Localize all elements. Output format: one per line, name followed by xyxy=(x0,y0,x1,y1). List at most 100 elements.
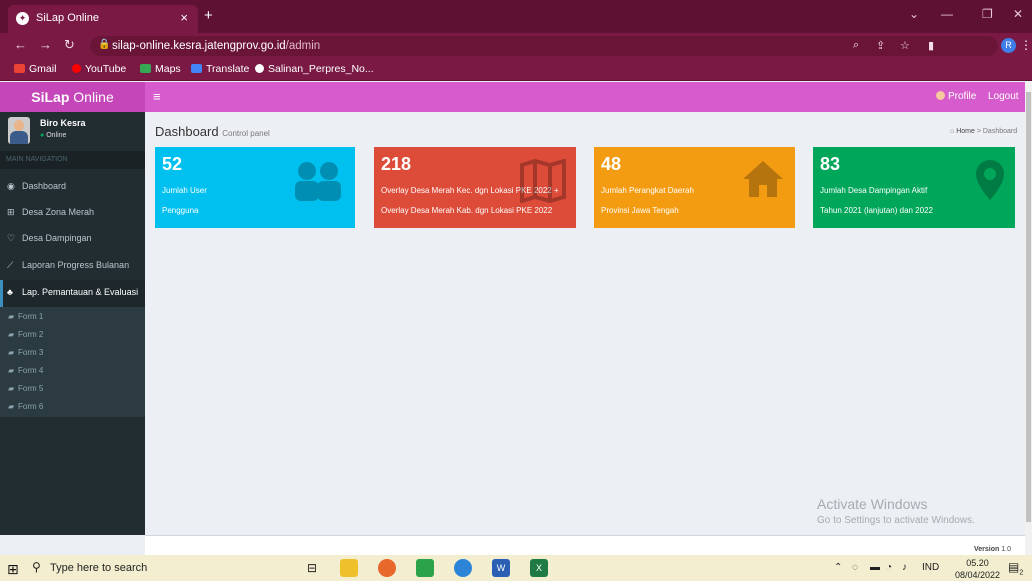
dashboard-icon: ◉ xyxy=(7,181,15,191)
side-panel-icon[interactable]: ▮ xyxy=(928,39,934,52)
stat-box-perangkat-daerah[interactable]: 48 Jumlah Perangkat Daerah Provinsi Jawa… xyxy=(594,147,795,228)
stat-label-2: Pengguna xyxy=(162,206,199,215)
zoom-search-icon[interactable]: ⌕ xyxy=(853,39,859,52)
user-status: ● Online xyxy=(40,132,67,139)
book-icon: ▰ xyxy=(8,402,15,411)
users-icon xyxy=(295,162,341,201)
volume-icon[interactable]: ♪ xyxy=(902,562,907,573)
breadcrumb: ⌂ Home > Dashboard xyxy=(950,128,1018,135)
map-icon xyxy=(520,159,566,203)
page-title: Dashboard Control panel xyxy=(155,124,270,139)
plus-square-icon: ⊞ xyxy=(7,207,15,217)
version-text: Version 1.0 xyxy=(974,546,1011,553)
app-logo[interactable]: SiLap Online xyxy=(0,82,145,112)
book-icon: ▰ xyxy=(8,330,15,339)
back-arrow-icon[interactable]: ← xyxy=(14,37,27,52)
nav-header: MAIN NAVIGATION xyxy=(0,151,145,169)
tab-close-icon[interactable]: × xyxy=(180,10,188,25)
share-icon[interactable]: ⇪ xyxy=(876,39,885,52)
sidebar-toggle-icon[interactable]: ≡ xyxy=(153,89,161,104)
bookmark-gmail[interactable]: Gmail xyxy=(14,63,56,75)
battery-icon[interactable]: ▬ xyxy=(870,562,880,573)
logout-link[interactable]: Logout xyxy=(988,91,1019,102)
sidebar-item-dashboard[interactable]: ◉ Dashboard xyxy=(0,174,145,201)
word-icon[interactable]: W xyxy=(492,559,510,577)
sidebar-item-desa-zona-merah[interactable]: ⊞ Desa Zona Merah xyxy=(0,200,145,227)
new-tab-button[interactable]: + xyxy=(204,7,213,24)
bookmark-youtube[interactable]: YouTube xyxy=(72,63,126,75)
book-icon: ▰ xyxy=(8,348,15,357)
tray-expand-icon[interactable]: ⌃ xyxy=(834,562,842,573)
submenu-item-form-4[interactable]: ▰ Form 4 xyxy=(8,366,43,375)
browser-menu-icon[interactable]: ⋮ xyxy=(1020,38,1032,52)
taskbar-search[interactable]: ⚲ Type here to search xyxy=(22,556,290,581)
page-subtitle: Control panel xyxy=(222,129,270,138)
search-icon: ⚲ xyxy=(32,560,41,574)
lock-icon: 🔒 xyxy=(98,39,111,50)
profile-link[interactable]: Profile xyxy=(936,91,976,102)
notification-icon[interactable]: ▤2 xyxy=(1008,560,1023,576)
language-indicator[interactable]: IND xyxy=(922,562,939,573)
sitemap-icon: ♣ xyxy=(7,287,13,297)
submenu-item-form-6[interactable]: ▰ Form 6 xyxy=(8,402,43,411)
tab-search-chevron-icon[interactable]: ⌄ xyxy=(909,7,919,21)
file-explorer-icon[interactable] xyxy=(340,559,358,577)
stat-label-1: Jumlah Desa Dampingan Aktif xyxy=(820,186,928,195)
excel-icon[interactable]: X xyxy=(530,559,548,577)
site-favicon-icon: ✦ xyxy=(16,12,29,25)
sidebar-item-laporan-progress[interactable]: ⟋ Laporan Progress Bulanan xyxy=(0,253,145,280)
firefox-icon[interactable] xyxy=(378,559,396,577)
sidebar-item-desa-dampingan[interactable]: ♡ Desa Dampingan xyxy=(0,226,145,253)
browser-profile-avatar[interactable]: R xyxy=(1001,38,1016,53)
submenu-item-form-3[interactable]: ▰ Form 3 xyxy=(8,348,43,357)
app-green-icon[interactable] xyxy=(416,559,434,577)
url-text: silap-online.kesra.jatengprov.go.id/admi… xyxy=(112,40,321,52)
bookmark-translate[interactable]: Translate xyxy=(191,63,249,75)
bookmark-maps[interactable]: Maps xyxy=(140,63,181,75)
address-bar[interactable]: 🔒 silap-online.kesra.jatengprov.go.id/ad… xyxy=(90,36,998,56)
activate-windows-title: Activate Windows xyxy=(817,496,928,512)
book-icon: ▰ xyxy=(8,384,15,393)
reload-icon[interactable]: ↻ xyxy=(64,37,75,53)
submenu-item-form-2[interactable]: ▰ Form 2 xyxy=(8,330,43,339)
book-icon: ▰ xyxy=(8,312,15,321)
taskbar-clock[interactable]: 05.20 08/04/2022 xyxy=(955,557,1000,581)
browser-tab[interactable]: ✦ SiLap Online × xyxy=(8,5,198,33)
stat-number: 48 xyxy=(601,154,622,174)
online-dot-icon: ● xyxy=(40,132,45,139)
bookmark-salinan-perpres[interactable]: Salinan_Perpres_No... xyxy=(255,63,374,75)
wifi-icon[interactable]: ◔ xyxy=(886,562,892,573)
stat-number: 52 xyxy=(162,154,183,174)
top-navbar xyxy=(145,82,1025,112)
heart-icon: ♡ xyxy=(7,233,16,243)
activate-windows-subtitle: Go to Settings to activate Windows. xyxy=(817,515,975,526)
forward-arrow-icon[interactable]: → xyxy=(39,37,52,52)
search-placeholder: Type here to search xyxy=(50,562,148,574)
restore-window-icon[interactable]: ❐ xyxy=(982,7,993,21)
breadcrumb-home-icon: ⌂ xyxy=(950,128,955,135)
submenu-item-form-1[interactable]: ▰ Form 1 xyxy=(8,312,43,321)
bookmark-star-icon[interactable]: ☆ xyxy=(900,39,910,52)
submenu-item-form-5[interactable]: ▰ Form 5 xyxy=(8,384,43,393)
tray-cloud-icon[interactable]: ◌ xyxy=(852,562,858,573)
task-view-icon[interactable]: ⊟ xyxy=(303,559,321,577)
stat-number: 83 xyxy=(820,154,841,174)
stat-label-2: Provinsi Jawa Tengah xyxy=(601,206,679,215)
stat-box-desa-dampingan[interactable]: 83 Jumlah Desa Dampingan Aktif Tahun 202… xyxy=(813,147,1015,228)
book-icon: ▰ xyxy=(8,366,15,375)
minimize-window-icon[interactable]: — xyxy=(941,7,953,21)
stat-label-1: Jumlah Perangkat Daerah xyxy=(601,186,694,195)
chrome-icon[interactable] xyxy=(454,559,472,577)
breadcrumb-home[interactable]: Home xyxy=(956,128,975,135)
stat-number: 218 xyxy=(381,154,412,174)
page-scrollbar[interactable] xyxy=(1025,82,1032,555)
close-window-icon[interactable]: ✕ xyxy=(1013,7,1023,21)
sidebar-item-lap-pemantauan[interactable]: ♣ Lap. Pemantauan & Evaluasi xyxy=(0,280,145,307)
stat-box-overlay-desa-merah[interactable]: 218 Overlay Desa Merah Kec. dgn Lokasi P… xyxy=(374,147,576,228)
windows-start-icon[interactable]: ⊞ xyxy=(7,561,19,578)
user-name: Biro Kesra xyxy=(40,118,86,128)
page-footer xyxy=(145,535,1025,555)
stat-box-users[interactable]: 52 Jumlah User Pengguna xyxy=(155,147,355,228)
stat-label-2: Overlay Desa Merah Kab. dgn Lokasi PKE 2… xyxy=(381,206,553,215)
tab-title: SiLap Online xyxy=(36,12,99,24)
